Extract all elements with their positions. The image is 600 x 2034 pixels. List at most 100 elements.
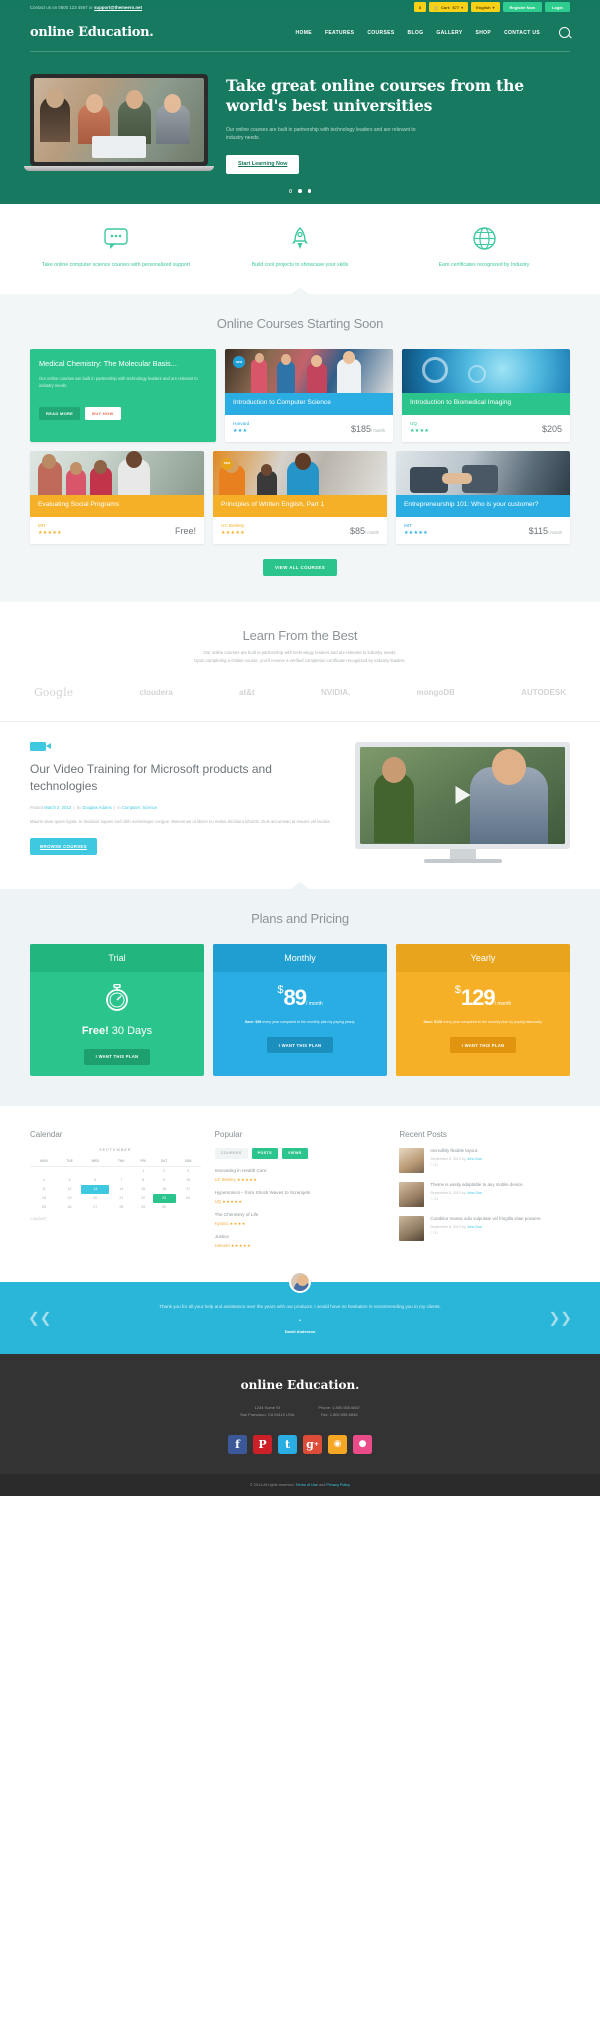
chevron-left-icon[interactable]: ❮❮ — [28, 1309, 51, 1326]
search-icon[interactable] — [559, 27, 570, 38]
tab-views[interactable]: VIEWS — [281, 1147, 308, 1159]
calendar-day[interactable]: 1 — [134, 1166, 153, 1176]
calendar-day[interactable]: 8 — [134, 1176, 153, 1185]
site-logo[interactable]: online Education. — [30, 25, 154, 40]
rss-icon[interactable]: ◉ — [328, 1434, 347, 1454]
cart-button[interactable]: 🛒 Cart: $77 ▾ — [429, 2, 469, 12]
course-card[interactable]: NEW Introduction to Computer Science Har… — [225, 349, 393, 442]
calendar-day[interactable]: 26 — [58, 1203, 82, 1212]
google-plus-icon[interactable]: g + — [303, 1434, 322, 1454]
register-button[interactable]: Register Now — [502, 2, 543, 12]
meta-author[interactable]: Douglas Adams — [82, 805, 111, 810]
recent-post-item[interactable]: Theme is easily adaptable to any mobile … — [399, 1181, 570, 1207]
calendar-day[interactable]: 2 — [153, 1166, 176, 1176]
calendar-day[interactable]: 25 — [30, 1203, 58, 1212]
recent-post-author[interactable]: John Doe — [467, 1225, 482, 1229]
calendar-day[interactable]: 7 — [109, 1176, 133, 1185]
start-learning-button[interactable]: Start Learning Now — [226, 154, 300, 174]
popular-item[interactable]: The Chemistry of Life KyotoU ★★★★ — [215, 1212, 386, 1226]
course-card[interactable]: Entrepreneurship 101: Who is your custom… — [396, 450, 570, 544]
carousel-dot-2[interactable] — [298, 189, 302, 193]
footer-logo[interactable]: online Education. — [30, 1378, 570, 1392]
terms-link[interactable]: Terms of Use — [296, 1483, 318, 1487]
nav-item-contact-us[interactable]: CONTACT US — [504, 30, 540, 36]
support-email-link[interactable]: support@themeero.net — [94, 5, 142, 10]
calendar-day[interactable]: 19 — [58, 1194, 82, 1203]
popular-item[interactable]: Justice Harvard ★★★★★ — [215, 1234, 386, 1248]
calendar-prev-link[interactable]: « AUGUST — [30, 1217, 201, 1221]
chevron-right-icon[interactable]: ❯❯ — [549, 1309, 572, 1326]
hero-heading: Take great online courses from the world… — [226, 76, 524, 116]
calendar-day[interactable]: 15 — [134, 1185, 153, 1194]
calendar-day[interactable]: 12 — [58, 1185, 82, 1194]
calendar-day-event[interactable]: 23 — [152, 1193, 176, 1203]
logo-autodesk: AUTODESK — [521, 687, 566, 697]
weekday-wed: WED — [81, 1156, 110, 1167]
meta-category[interactable]: Computer, Science — [122, 805, 157, 810]
nav-item-features[interactable]: FEATURES — [325, 30, 354, 36]
video-player[interactable] — [355, 741, 570, 863]
calendar-day[interactable]: 16 — [153, 1185, 176, 1194]
plan-cta-button[interactable]: I WANT THIS PLAN — [266, 1037, 334, 1054]
currency-selector[interactable]: $ — [413, 2, 427, 12]
calendar-day[interactable]: 4 — [30, 1176, 58, 1185]
read-more-button[interactable]: READ MORE — [39, 406, 81, 420]
calendar-day[interactable]: 10 — [176, 1176, 201, 1185]
carousel-dot-3[interactable] — [307, 189, 312, 193]
buy-now-button[interactable]: BUY NOW — [85, 406, 121, 420]
calendar-day[interactable]: 11 — [30, 1185, 58, 1194]
calendar-day[interactable]: 6 — [81, 1176, 109, 1185]
login-button[interactable]: Login — [545, 2, 570, 12]
facebook-icon[interactable]: f — [228, 1434, 247, 1454]
tab-courses[interactable]: COURSES — [214, 1147, 248, 1159]
calendar-day[interactable]: 27 — [81, 1203, 109, 1212]
nav-item-courses[interactable]: COURSES — [367, 30, 394, 36]
calendar-day[interactable]: 14 — [109, 1185, 133, 1194]
dribbble-icon[interactable]: ● — [353, 1434, 372, 1454]
calendar-day[interactable]: 29 — [134, 1203, 153, 1212]
browse-courses-button[interactable]: BROWSE COURSES — [30, 837, 97, 855]
recent-post-item[interactable]: Curabitur massa odio vulputate vel fring… — [399, 1215, 570, 1241]
course-card[interactable]: Introduction to Biomedical Imaging UQ ★★… — [402, 349, 570, 442]
calendar-day[interactable]: 28 — [109, 1203, 133, 1212]
calendar-day[interactable]: 20 — [81, 1194, 109, 1203]
plan-cta-button[interactable]: I WANT THIS PLAN — [83, 1048, 151, 1065]
carousel-dot-1[interactable] — [288, 189, 293, 193]
play-icon[interactable] — [455, 786, 470, 805]
course-card[interactable]: NEW Principles of Written English, Part … — [213, 450, 387, 544]
view-all-courses-button[interactable]: VIEW ALL COURSES — [262, 558, 338, 576]
course-card[interactable]: Evaluating Social Programs MIT ★★★★★ Fre… — [30, 450, 204, 544]
recent-post-by-label: by — [461, 1224, 466, 1229]
recent-post-author[interactable]: John Doe — [467, 1157, 482, 1161]
pricing-plan-yearly[interactable]: Yearly $129/ month Save: $128 every year… — [396, 943, 570, 1076]
nav-item-home[interactable]: HOME — [296, 30, 312, 36]
tab-posts[interactable]: POSTS — [251, 1147, 278, 1159]
calendar-day-selected[interactable]: 13 — [81, 1184, 110, 1194]
nav-item-shop[interactable]: SHOP — [476, 30, 492, 36]
twitter-icon[interactable]: t — [278, 1434, 297, 1454]
calendar-day[interactable]: 24 — [176, 1194, 201, 1203]
plan-cta-button[interactable]: I WANT THIS PLAN — [449, 1037, 517, 1054]
recent-post-title: Theme is easily adaptable to any mobile … — [430, 1181, 524, 1187]
calendar-day[interactable]: 30 — [153, 1203, 176, 1212]
calendar-day[interactable]: 18 — [30, 1194, 58, 1203]
pricing-plan-monthly[interactable]: Monthly $89/ month Save: $98 every year … — [213, 943, 387, 1076]
language-selector[interactable]: English ▾ — [471, 2, 500, 12]
address-line-2: San Francisco, CA 94110 USA — [240, 1412, 295, 1418]
calendar-day[interactable]: 5 — [58, 1176, 82, 1185]
calendar-day[interactable]: 21 — [109, 1194, 133, 1203]
recent-post-item[interactable]: Incredibly flexible layout. September 8,… — [399, 1147, 570, 1173]
privacy-link[interactable]: Privacy Policy — [326, 1483, 350, 1487]
pricing-plan-trial[interactable]: Trial Free! 30 Days I WANT THIS PLAN — [30, 943, 204, 1076]
nav-item-gallery[interactable]: GALLERY — [436, 30, 462, 36]
calendar-day[interactable]: 22 — [134, 1194, 153, 1203]
calendar-day[interactable]: 9 — [153, 1176, 176, 1185]
nav-item-blog[interactable]: BLOG — [408, 30, 424, 36]
calendar-day[interactable]: 17 — [176, 1185, 201, 1194]
pinterest-icon[interactable]: P — [253, 1434, 272, 1454]
popular-item[interactable]: Hypersonics – from Shock Waves to Scramj… — [215, 1190, 386, 1204]
promo-course-card[interactable]: Medical Chemistry: The Molecular Basis..… — [30, 349, 216, 442]
recent-post-author[interactable]: John Doe — [467, 1191, 482, 1195]
calendar-day[interactable]: 3 — [176, 1166, 201, 1176]
popular-item[interactable]: Innovating in Health Care UC Berkley ★★★… — [215, 1168, 386, 1182]
